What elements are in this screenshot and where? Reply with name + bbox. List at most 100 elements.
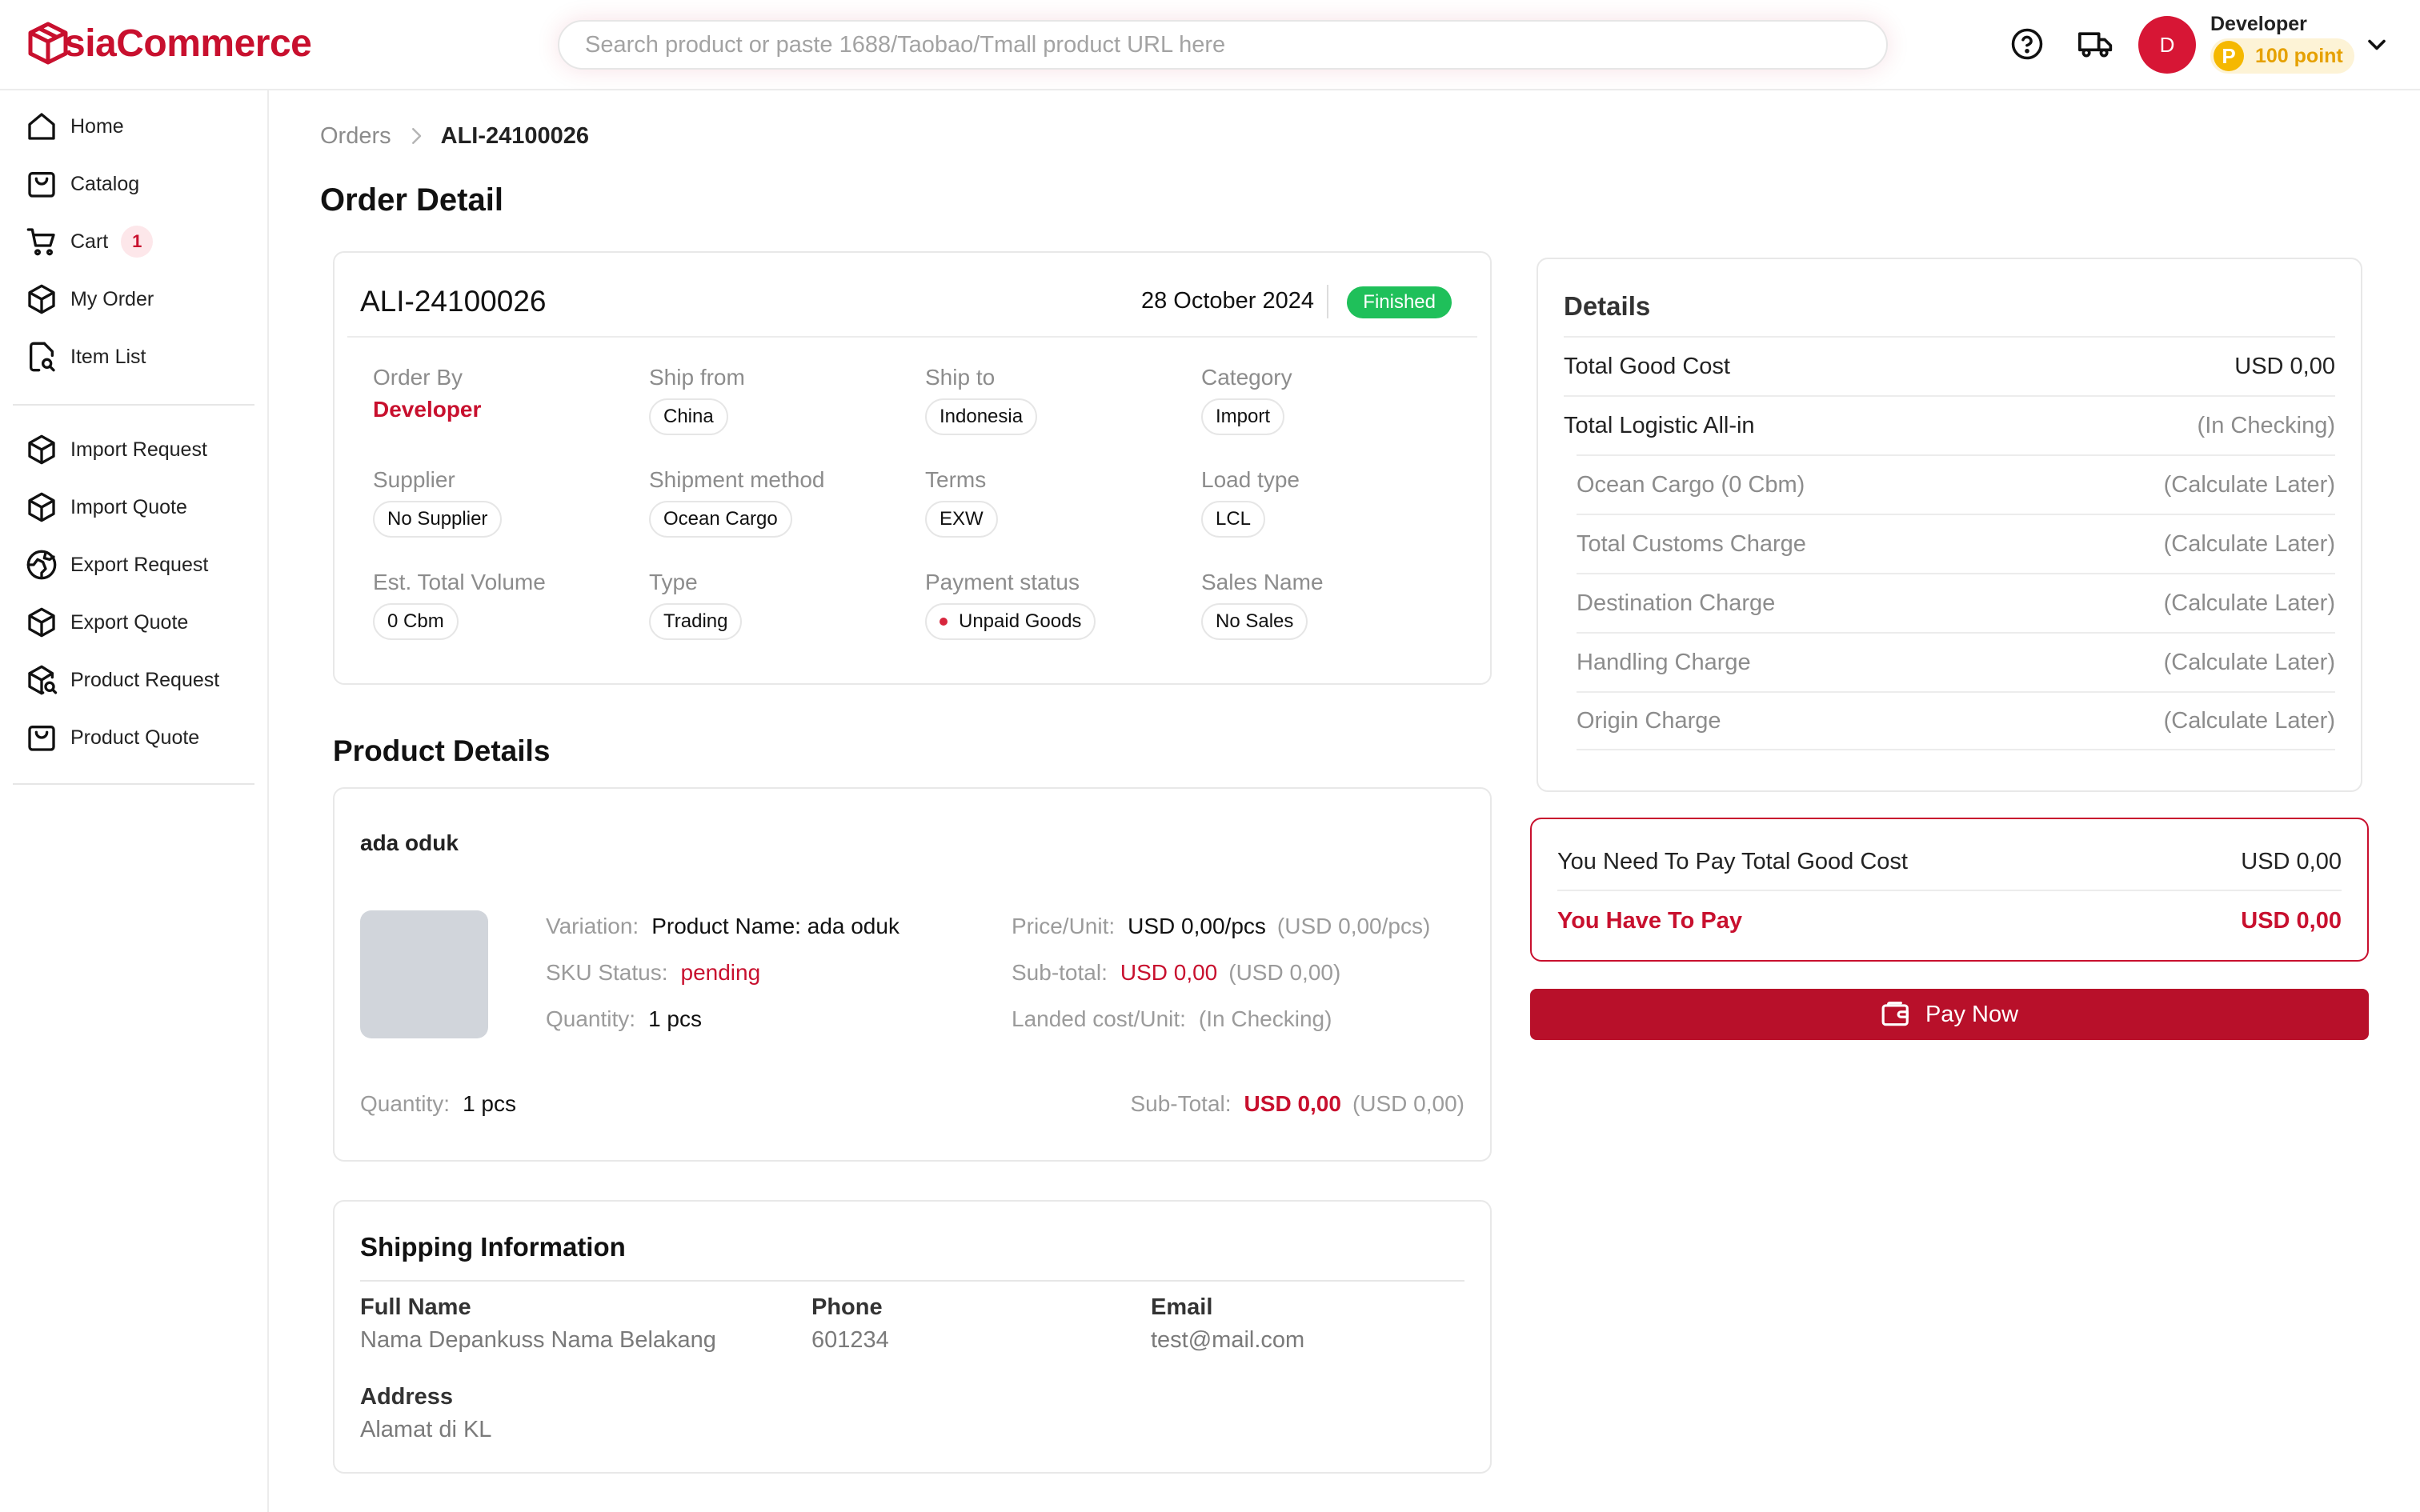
order-by-value: Developer [373,397,482,422]
field-terms: Terms EXW [925,467,998,538]
details-row-total-good-cost: Total Good Cost USD 0,00 [1564,336,2335,395]
kv-label: Landed cost/Unit: [1012,1006,1186,1031]
payment-status-chip: Unpaid Goods [925,603,1096,640]
field-ship-to: Ship to Indonesia [925,365,1038,435]
user-name[interactable]: Developer [2210,13,2307,36]
load-type-chip: LCL [1201,501,1266,538]
payment-need-row: You Need To Pay Total Good Cost USD 0,00 [1557,832,2342,891]
field-label: Category [1201,365,1292,390]
breadcrumb-orders-link[interactable]: Orders [320,123,391,150]
payment-row-value: USD 0,00 [2241,848,2342,874]
sidebar-item-catalog[interactable]: Catalog [26,164,139,204]
sidebar-item-import-request[interactable]: Import Request [26,430,207,470]
catalog-icon [28,172,55,198]
product-footer-quantity: Quantity: 1 pcs [360,1091,516,1117]
sidebar-item-product-quote[interactable]: Product Quote [26,718,199,758]
field-est-volume: Est. Total Volume 0 Cbm [373,570,546,640]
status-badge: Finished [1347,286,1452,318]
sidebar-item-label: Product Request [70,668,220,691]
ship-from-chip: China [649,398,728,435]
date-divider [1327,285,1328,318]
sidebar-item-product-request[interactable]: Product Request [26,660,219,700]
sidebar-item-export-request[interactable]: Export Request [26,545,208,585]
sidebar-item-import-quote[interactable]: Import Quote [26,487,187,527]
logo-box-icon [28,22,68,65]
kv-value: pending [680,960,761,985]
payment-status-value: Unpaid Goods [959,610,1082,632]
payment-summary-card: You Need To Pay Total Good Cost USD 0,00… [1530,818,2369,962]
payment-total-row: You Have To Pay USD 0,00 [1557,891,2342,950]
cart-icon [26,228,55,256]
sidebar-item-label: My Order [70,287,154,310]
ship-value: Alamat di KL [360,1417,492,1442]
field-label: Supplier [373,467,455,492]
details-row-value: (Calculate Later) [2163,530,2335,557]
sidebar-item-label: Export Quote [70,610,189,634]
field-label: Ship to [925,365,996,390]
details-row-customs-charge: Total Customs Charge (Calculate Later) [1577,514,2335,573]
kv-alt-value: (USD 0,00) [1352,1091,1464,1116]
category-chip: Import [1201,398,1285,435]
field-supplier: Supplier No Supplier [373,467,503,538]
sidebar-item-cart[interactable]: Cart 1 [26,222,154,262]
order-card-divider [347,336,1477,338]
product-search-input[interactable] [558,20,1888,70]
shipping-divider [360,1280,1464,1282]
status-dot-icon [940,618,948,626]
details-row-origin-charge: Origin Charge (Calculate Later) [1577,691,2335,750]
order-date: 28 October 2024 [1140,288,1314,314]
home-icon [28,113,55,140]
user-avatar[interactable]: D [2138,16,2196,74]
sidebar-item-export-quote[interactable]: Export Quote [26,602,188,642]
details-row-value: USD 0,00 [2234,353,2335,379]
field-category: Category Import [1201,365,1292,435]
chevron-down-icon[interactable] [2362,30,2391,59]
sidebar-item-label: Item List [70,345,146,368]
product-details-title: Product Details [333,734,551,767]
field-ship-from: Ship from China [649,365,745,435]
volume-chip: 0 Cbm [373,603,459,640]
field-sales-name: Sales Name No Sales [1201,570,1324,640]
kv-label: SKU Status: [546,960,668,985]
ship-to-chip: Indonesia [925,398,1038,435]
shipping-title: Shipping Information [360,1232,626,1262]
field-order-by: Order By Developer [373,365,481,422]
ship-value: test@mail.com [1151,1327,1305,1353]
kv-label: Quantity: [360,1091,451,1116]
payment-row-value: USD 0,00 [2241,907,2342,934]
kv-value: USD 0,00 [1244,1091,1341,1116]
brand-logo[interactable]: siaCommerce [27,19,312,67]
details-row-value: (Calculate Later) [2163,649,2335,675]
field-label: Est. Total Volume [373,570,546,594]
sidebar-item-item-list[interactable]: Item List [26,337,146,377]
kv-alt-value: (USD 0,00/pcs) [1276,914,1431,938]
sidebar-item-my-order[interactable]: My Order [26,279,154,319]
help-circle-icon [2011,28,2043,60]
shipping-phone: Phone 601234 [811,1294,889,1354]
details-row-value: (In Checking) [2197,412,2335,438]
kv-value: (In Checking) [1198,1006,1332,1031]
field-label: Type [649,570,698,594]
truck-icon [2078,32,2113,58]
globe-icon [26,550,57,580]
terms-chip: EXW [925,501,998,538]
kv-alt-value: (USD 0,00) [1228,960,1341,985]
shipping-button[interactable] [2076,24,2116,64]
points-value: 100 point [2255,44,2343,67]
product-price-unit: Price/Unit: USD 0,00/pcs (USD 0,00/pcs) [1012,914,1430,939]
cost-details-card: Details Total Good Cost USD 0,00 Total L… [1537,258,2362,792]
help-button[interactable] [2007,24,2047,64]
order-id: ALI-24100026 [360,285,547,318]
sidebar-item-home[interactable]: Home [26,106,124,146]
product-variation: Variation: Product Name: ada oduk [546,914,899,939]
kv-label: Sub-total: [1012,960,1108,985]
field-load-type: Load type LCL [1201,467,1300,538]
sales-name-chip: No Sales [1201,603,1308,640]
pay-now-button[interactable]: Pay Now [1530,989,2369,1040]
payment-row-label: You Need To Pay Total Good Cost [1557,848,1908,874]
kv-value: USD 0,00 [1120,960,1218,985]
sidebar: Home Catalog Cart 1 My Order Item List I… [0,90,269,1512]
page-title: Order Detail [320,182,503,218]
box-search-icon [28,665,58,695]
cart-count-badge: 1 [121,226,154,258]
